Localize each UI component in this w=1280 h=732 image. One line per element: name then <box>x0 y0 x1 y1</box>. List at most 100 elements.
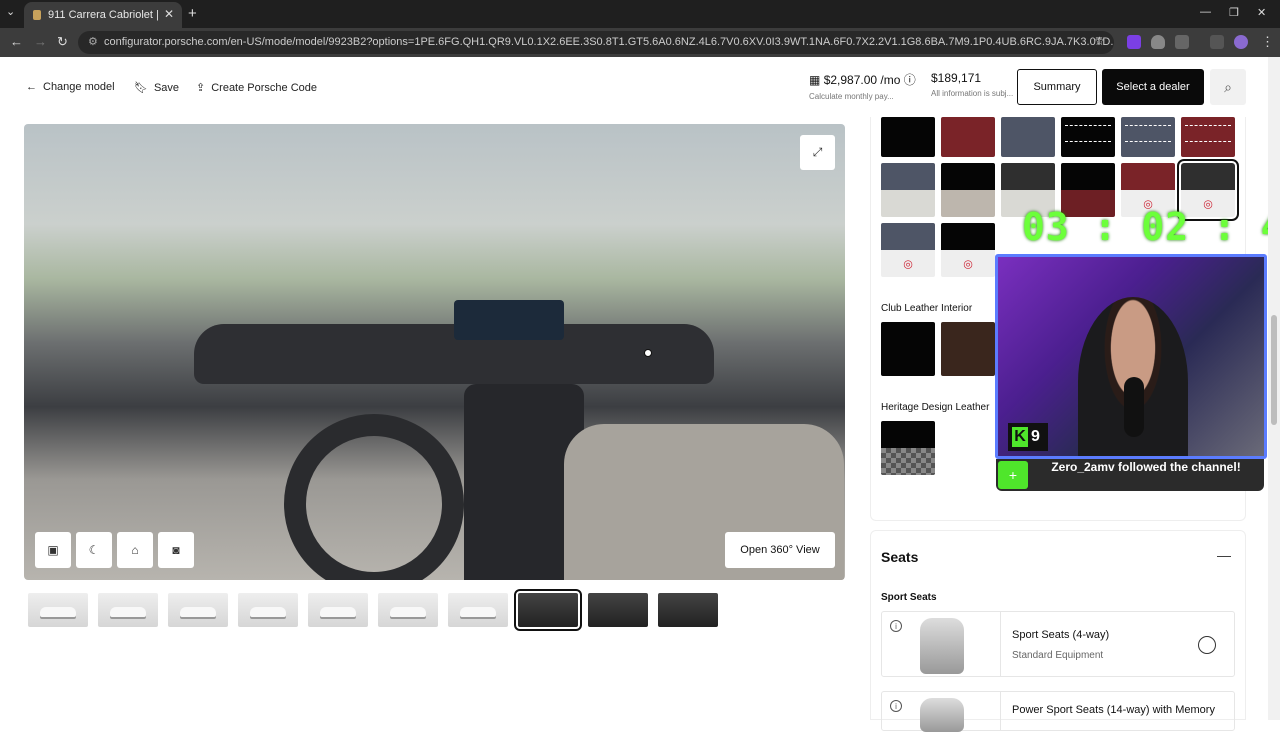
calculator-icon: ▦ <box>809 73 821 87</box>
browser-toolbar: ← → ↻ ⚙ configurator.porsche.com/en-US/m… <box>0 28 1280 57</box>
divider <box>1000 612 1001 676</box>
color-swatch[interactable] <box>1061 117 1115 157</box>
summary-button[interactable]: Summary <box>1017 69 1097 105</box>
add-user-icon: + <box>998 461 1028 489</box>
microphone <box>1124 377 1144 437</box>
badge-number: 9 <box>1031 428 1040 445</box>
thumbnail[interactable] <box>238 593 298 627</box>
puzzle-extensions-icon[interactable] <box>1175 35 1189 49</box>
thumbnail[interactable] <box>658 593 718 627</box>
color-swatch[interactable]: ◎ <box>941 223 995 277</box>
thumbnail[interactable] <box>378 593 438 627</box>
seat-radio[interactable] <box>1198 636 1216 654</box>
color-swatch[interactable] <box>881 117 935 157</box>
seat-option[interactable]: i Sport Seats (4-way) Standard Equipment <box>881 611 1235 677</box>
color-wheel-icon: ◎ <box>963 258 973 270</box>
thumbnail[interactable] <box>28 593 88 627</box>
info-icon[interactable]: ⓘ <box>904 73 916 87</box>
color-swatch[interactable] <box>881 421 935 475</box>
color-swatch[interactable] <box>941 322 995 376</box>
monthly-price-value: $2,987.00 /mo <box>823 73 901 87</box>
divider <box>1000 692 1001 730</box>
thumbnail[interactable] <box>98 593 158 627</box>
monthly-price[interactable]: ▦ $2,987.00 /mo ⓘ Calculate monthly pay.… <box>809 71 916 101</box>
car-interior-view[interactable]: ⤢ ▣ ☾ ⌂ ◙ Open 360° View <box>24 124 845 580</box>
media-controls-icon[interactable] <box>1210 35 1224 49</box>
camera-icon: ◙ <box>172 543 180 557</box>
seats-title: Seats <box>881 549 919 565</box>
color-swatch[interactable]: ◎ <box>881 223 935 277</box>
close-window-icon[interactable]: ✕ <box>1257 6 1266 19</box>
color-swatch[interactable] <box>881 322 935 376</box>
expand-icon: ⤢ <box>812 145 823 159</box>
address-bar[interactable]: ⚙ configurator.porsche.com/en-US/mode/mo… <box>78 31 1114 54</box>
save-button[interactable]: 🔖︎ Save <box>134 81 180 95</box>
extension-icon[interactable] <box>1127 35 1141 49</box>
open-360-button[interactable]: Open 360° View <box>725 532 835 568</box>
fullscreen-button[interactable]: ⤢ <box>800 135 835 170</box>
seat-image <box>920 618 964 674</box>
club-leather-label: Club Leather Interior <box>881 303 973 314</box>
thumbnail-selected[interactable] <box>514 589 582 631</box>
info-icon[interactable]: i <box>890 620 902 632</box>
select-dealer-button[interactable]: Select a dealer <box>1102 69 1204 105</box>
tab-title: 911 Carrera Cabriolet | Porsche <box>48 9 158 21</box>
follow-alert-text: Zero_2amv followed the channel! <box>1051 460 1241 474</box>
stream-timer: 03 : 02 : 44 <box>1022 205 1280 249</box>
back-icon[interactable]: ← <box>10 34 23 49</box>
screenshot-button[interactable]: ◙ <box>158 532 194 568</box>
create-porsche-code-button[interactable]: ⇪ Create Porsche Code <box>196 81 317 95</box>
share-icon: ⇪ <box>196 82 206 94</box>
color-swatch[interactable] <box>1181 117 1235 157</box>
color-swatch[interactable] <box>941 117 995 157</box>
total-price-value: $189,171 <box>931 71 982 85</box>
thumbnail[interactable] <box>308 593 368 627</box>
tab-close-icon[interactable]: ✕ <box>164 7 174 21</box>
seats-section: Seats — Sport Seats i Sport Seats (4-way… <box>870 530 1246 732</box>
total-price: $189,171 All information is subj... <box>931 71 1013 98</box>
shield-extension-icon[interactable] <box>1151 35 1165 49</box>
scrollbar-thumb[interactable] <box>1271 315 1277 425</box>
steering-wheel <box>284 414 464 580</box>
seat-option-name: Sport Seats (4-way) <box>1012 629 1110 641</box>
monthly-price-note: Calculate monthly pay... <box>809 92 894 101</box>
forward-icon[interactable]: → <box>34 34 47 49</box>
view-thumbnails <box>28 589 718 631</box>
new-tab-icon[interactable]: + <box>188 5 197 22</box>
change-model-label: Change model <box>43 81 115 93</box>
color-swatch[interactable] <box>1121 117 1175 157</box>
search-icon: ⌕ <box>1224 78 1232 95</box>
color-swatch[interactable] <box>941 163 995 217</box>
tab-list-icon[interactable]: ⌄ <box>6 5 15 18</box>
color-swatch[interactable] <box>1001 117 1055 157</box>
info-icon[interactable]: i <box>890 700 902 712</box>
thumbnail[interactable] <box>588 593 648 627</box>
change-model-link[interactable]: ← Change model <box>26 81 115 93</box>
page-scrollbar[interactable] <box>1268 57 1280 720</box>
minimize-icon[interactable]: — <box>1200 6 1211 18</box>
follow-alert: + Zero_2amv followed the channel! <box>996 459 1264 491</box>
collapse-icon[interactable]: — <box>1217 547 1231 563</box>
arrow-left-icon: ← <box>26 81 37 93</box>
exterior-view-button[interactable]: ▣ <box>35 532 71 568</box>
site-settings-icon[interactable]: ⚙ <box>88 31 98 54</box>
heritage-leather-label: Heritage Design Leather <box>881 402 990 413</box>
restore-icon[interactable]: ❐ <box>1229 6 1239 19</box>
search-button[interactable]: ⌕ <box>1210 69 1246 105</box>
reload-icon[interactable]: ↻ <box>57 34 68 50</box>
roof-toggle-button[interactable]: ⌂ <box>117 532 153 568</box>
thumbnail[interactable] <box>168 593 228 627</box>
infotainment-screen <box>454 300 564 340</box>
color-wheel-icon: ◎ <box>903 258 913 270</box>
sport-seats-label: Sport Seats <box>881 592 937 603</box>
save-label: Save <box>153 81 180 94</box>
browser-menu-icon[interactable]: ⋮ <box>1261 34 1274 50</box>
create-code-label: Create Porsche Code <box>211 81 317 94</box>
browser-tab[interactable]: 911 Carrera Cabriolet | Porsche ✕ <box>24 2 182 28</box>
night-mode-button[interactable]: ☾ <box>76 532 112 568</box>
bookmark-star-icon[interactable]: ☆ <box>1094 34 1105 48</box>
seat-option[interactable]: i Power Sport Seats (14-way) with Memory <box>881 691 1235 732</box>
thumbnail[interactable] <box>448 593 508 627</box>
profile-avatar-icon[interactable] <box>1234 35 1248 49</box>
color-swatch[interactable] <box>881 163 935 217</box>
